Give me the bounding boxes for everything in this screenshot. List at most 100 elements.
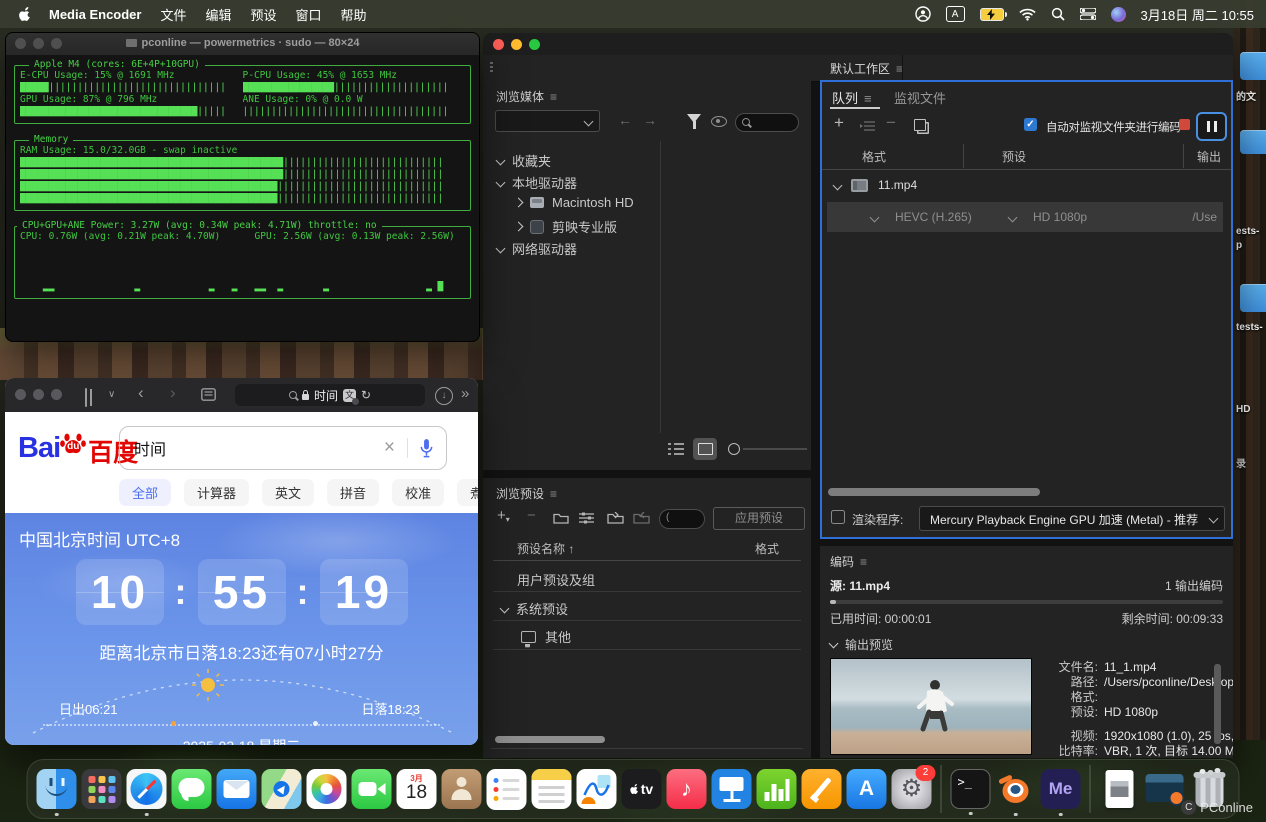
renderer-dropdown[interactable]: Mercury Playback Engine GPU 加速 (Metal) -… bbox=[919, 506, 1225, 531]
ame-titlebar[interactable] bbox=[483, 33, 1233, 55]
zoom-slider-track[interactable] bbox=[743, 448, 807, 450]
dock-pages-icon[interactable] bbox=[802, 769, 842, 809]
safari-zoom-button[interactable] bbox=[51, 389, 62, 400]
dock-minimized-window[interactable] bbox=[1145, 769, 1185, 809]
desktop-folder-icon[interactable] bbox=[1240, 130, 1266, 154]
menu-edit[interactable]: 编辑 bbox=[205, 5, 231, 24]
desktop-folder-label[interactable]: tests- bbox=[1236, 322, 1263, 333]
tree-divider[interactable] bbox=[660, 141, 661, 433]
tab-english[interactable]: 英文 bbox=[262, 479, 314, 506]
dock-finder-icon[interactable] bbox=[37, 769, 77, 809]
tab-pinyin[interactable]: 拼音 bbox=[327, 479, 379, 506]
baidu-search-value[interactable]: 时间 bbox=[134, 436, 384, 460]
preset-name-column-header[interactable]: 预设名称 ↑ bbox=[517, 540, 574, 557]
ame-minimize-button[interactable] bbox=[511, 39, 522, 50]
apply-preset-button[interactable]: 应用预设 bbox=[713, 507, 805, 530]
horizontal-scrollbar[interactable] bbox=[495, 736, 605, 743]
output-path[interactable]: /Use bbox=[1192, 210, 1217, 224]
filter-icon[interactable] bbox=[687, 114, 701, 123]
dock-messages-icon[interactable] bbox=[172, 769, 212, 809]
column-divider[interactable] bbox=[963, 144, 964, 168]
add-output-icon[interactable] bbox=[860, 120, 875, 132]
preset-settings-icon[interactable] bbox=[579, 512, 594, 524]
queue-output-column[interactable]: 输出 bbox=[1197, 148, 1221, 165]
tree-item-jianying[interactable]: 剪映专业版 bbox=[515, 217, 617, 236]
workspace-tab[interactable]: 默认工作区≡ bbox=[830, 60, 903, 77]
dock-freeform-icon[interactable] bbox=[577, 769, 617, 809]
vertical-scrollbar[interactable] bbox=[1214, 664, 1221, 744]
media-search-input[interactable] bbox=[735, 113, 799, 132]
dock-numbers-icon[interactable] bbox=[757, 769, 797, 809]
preset-row-system[interactable]: 系统预设 bbox=[501, 599, 568, 618]
output-preview-toggle[interactable]: 输出预览 bbox=[830, 636, 893, 653]
drag-handle-icon[interactable] bbox=[490, 62, 493, 74]
menu-help[interactable]: 帮助 bbox=[341, 5, 367, 24]
dock-maps-icon[interactable] bbox=[262, 769, 302, 809]
dock-reminders-icon[interactable] bbox=[487, 769, 527, 810]
page-icon[interactable] bbox=[201, 388, 216, 401]
renderer-checkbox[interactable] bbox=[831, 510, 845, 524]
horizontal-scrollbar[interactable] bbox=[828, 488, 1040, 496]
menu-file[interactable]: 文件 bbox=[160, 5, 186, 24]
safari-close-button[interactable] bbox=[15, 389, 26, 400]
input-source-icon[interactable]: A bbox=[946, 6, 965, 22]
back-icon[interactable]: ← bbox=[618, 112, 632, 128]
preview-eye-icon[interactable] bbox=[711, 116, 727, 127]
stop-queue-icon[interactable] bbox=[1179, 119, 1190, 130]
queue-output-row[interactable]: HEVC (H.265) HD 1080p /Use bbox=[827, 202, 1223, 232]
export-preset-icon[interactable] bbox=[633, 512, 650, 524]
voice-search-icon[interactable] bbox=[419, 438, 434, 459]
panel-menu-icon[interactable]: ≡ bbox=[550, 90, 557, 104]
tree-item-macintosh-hd[interactable]: Macintosh HD bbox=[515, 195, 634, 210]
dock-terminal-icon[interactable]: >_ bbox=[951, 769, 991, 809]
terminal-titlebar[interactable]: pconline — powermetrics · sudo — 80×24 bbox=[6, 33, 479, 56]
dock-blender-icon[interactable] bbox=[996, 769, 1036, 809]
desktop-folder-icon[interactable] bbox=[1240, 52, 1266, 80]
output-preset[interactable]: HD 1080p bbox=[1033, 210, 1087, 224]
queue-preset-column[interactable]: 预设 bbox=[1002, 148, 1026, 165]
tree-item-network-drives[interactable]: 网络驱动器 bbox=[497, 239, 577, 258]
tab-calculator[interactable]: 计算器 bbox=[184, 479, 249, 506]
queue-source-row[interactable]: 11.mp4 bbox=[834, 178, 917, 192]
tab-zhuyu[interactable]: 煮雨 bbox=[457, 479, 478, 506]
duplicate-icon[interactable] bbox=[914, 119, 926, 131]
more-toolbar-icon[interactable]: » bbox=[461, 385, 469, 403]
preset-search-input[interactable]: ( bbox=[659, 509, 705, 529]
baidu-search-box[interactable]: 时间 × bbox=[119, 426, 447, 470]
wifi-icon[interactable] bbox=[1019, 8, 1036, 21]
column-divider[interactable] bbox=[1183, 144, 1184, 168]
safari-minimize-button[interactable] bbox=[33, 389, 44, 400]
dock-mail-icon[interactable] bbox=[217, 769, 257, 809]
remove-preset-icon[interactable]: − bbox=[527, 508, 536, 524]
preset-row-user[interactable]: 用户预设及组 bbox=[517, 570, 595, 589]
menubar-clock[interactable]: 3月18日 周二 10:55 bbox=[1141, 5, 1254, 24]
import-preset-icon[interactable] bbox=[607, 512, 624, 524]
apple-menu-icon[interactable] bbox=[18, 6, 32, 22]
add-source-icon[interactable]: + bbox=[834, 115, 844, 131]
menu-window[interactable]: 窗口 bbox=[296, 5, 322, 24]
tab-all[interactable]: 全部 bbox=[119, 479, 171, 506]
dock-appletv-icon[interactable]: tv bbox=[622, 769, 662, 809]
pause-queue-button[interactable] bbox=[1196, 112, 1227, 141]
forward-icon[interactable]: › bbox=[170, 384, 176, 402]
reload-icon[interactable]: ↻ bbox=[361, 388, 371, 402]
dock-safari-icon[interactable] bbox=[127, 769, 167, 809]
translate-icon[interactable]: 文 bbox=[343, 389, 356, 402]
control-center-icon[interactable] bbox=[1080, 8, 1096, 20]
dock-settings-icon[interactable]: ⚙ 2 bbox=[892, 769, 932, 809]
forward-icon[interactable]: → bbox=[643, 112, 657, 128]
panel-menu-icon[interactable]: ≡ bbox=[550, 487, 557, 501]
dock-appstore-icon[interactable]: A bbox=[847, 769, 887, 809]
desktop-item-label[interactable]: 录 bbox=[1236, 455, 1246, 470]
new-group-icon[interactable] bbox=[553, 512, 569, 524]
siri-icon[interactable] bbox=[1111, 7, 1126, 22]
add-preset-icon[interactable]: +▾ bbox=[497, 508, 510, 528]
address-bar[interactable]: 时间 文 ↻ bbox=[235, 384, 425, 406]
desktop-disk-label[interactable]: HD bbox=[1236, 404, 1250, 415]
dock-calendar-icon[interactable]: 3月 18 bbox=[397, 769, 437, 809]
output-format[interactable]: HEVC (H.265) bbox=[895, 210, 972, 224]
downloads-icon[interactable]: ↓ bbox=[435, 387, 453, 405]
preset-format-column-header[interactable]: 格式 bbox=[755, 540, 779, 557]
tab-calibrate[interactable]: 校准 bbox=[392, 479, 444, 506]
remove-icon[interactable]: − bbox=[886, 115, 896, 131]
